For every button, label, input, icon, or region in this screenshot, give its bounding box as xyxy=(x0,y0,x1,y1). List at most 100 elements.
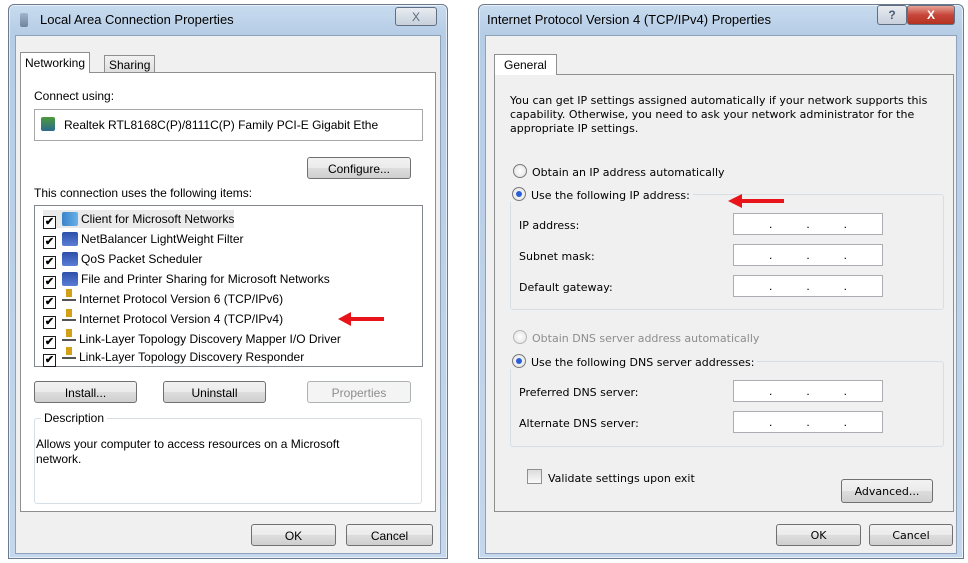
window-title: Internet Protocol Version 4 (TCP/IPv4) P… xyxy=(487,12,771,27)
close-button[interactable]: X xyxy=(907,5,955,25)
item-label: Client for Microsoft Networks xyxy=(81,212,235,226)
tab-networking-label: Networking xyxy=(25,56,86,70)
network-adapter-icon xyxy=(41,117,55,131)
obtain-dns-auto-option[interactable]: Obtain DNS server address automatically xyxy=(513,330,759,345)
item-checkbox[interactable]: ✔ xyxy=(43,256,56,269)
item-checkbox[interactable]: ✔ xyxy=(43,296,56,309)
item-label: Internet Protocol Version 6 (TCP/IPv6) xyxy=(79,292,284,306)
option-label: Use the following IP address: xyxy=(531,189,690,202)
ip-address-input[interactable]: ... xyxy=(733,213,883,235)
title-bar[interactable]: Internet Protocol Version 4 (TCP/IPv4) P… xyxy=(479,5,963,35)
title-bar[interactable]: Local Area Connection Properties X xyxy=(9,5,447,35)
items-label: This connection uses the following items… xyxy=(34,186,253,200)
local-area-connection-properties-window: Local Area Connection Properties X Netwo… xyxy=(8,4,448,559)
item-label: File and Printer Sharing for Microsoft N… xyxy=(81,272,330,286)
item-label: Link-Layer Topology Discovery Mapper I/O… xyxy=(79,332,341,346)
help-button[interactable]: ? xyxy=(877,5,907,25)
item-checkbox[interactable]: ✔ xyxy=(43,316,56,329)
ok-button[interactable]: OK xyxy=(776,524,861,546)
connection-items-list[interactable]: ✔ Client for Microsoft Networks ✔ NetBalan… xyxy=(34,205,423,367)
ip-address-groupbox: Use the following IP address: IP address… xyxy=(509,187,944,310)
item-label: Link-Layer Topology Discovery Responder xyxy=(79,350,305,364)
configure-button[interactable]: Configure... xyxy=(307,157,411,179)
item-checkbox[interactable]: ✔ xyxy=(43,354,56,367)
tab-general-label: General xyxy=(504,58,547,72)
list-item[interactable]: ✔ Internet Protocol Version 6 (TCP/IPv6) xyxy=(43,289,284,309)
item-label: NetBalancer LightWeight Filter xyxy=(81,232,244,246)
window-title: Local Area Connection Properties xyxy=(40,12,234,27)
properties-button[interactable]: Properties xyxy=(307,381,411,403)
subnet-mask-input[interactable]: ... xyxy=(733,244,883,266)
option-label: Validate settings upon exit xyxy=(548,472,695,485)
use-following-ip-option[interactable]: Use the following IP address: xyxy=(509,187,693,202)
list-item[interactable]: ✔ QoS Packet Scheduler xyxy=(43,250,203,269)
obtain-ip-auto-option[interactable]: Obtain an IP address automatically xyxy=(513,164,725,179)
option-label: Use the following DNS server addresses: xyxy=(531,356,755,369)
help-icon: ? xyxy=(888,8,896,22)
red-arrow-annotation xyxy=(338,312,384,326)
network-service-icon xyxy=(62,252,78,266)
description-text: Allows your computer to access resources… xyxy=(36,437,340,466)
option-label: Obtain DNS server address automatically xyxy=(532,332,760,345)
radio-button[interactable] xyxy=(513,164,527,178)
network-client-icon xyxy=(62,212,78,226)
window-body: General You can get IP settings assigned… xyxy=(485,35,957,554)
list-item[interactable]: ✔ NetBalancer LightWeight Filter xyxy=(43,230,244,249)
item-label: Internet Protocol Version 4 (TCP/IPv4) xyxy=(79,312,284,326)
window-body: Networking Sharing Connect using: Realte… xyxy=(15,35,441,554)
network-service-icon xyxy=(62,232,78,246)
protocol-icon xyxy=(62,309,76,321)
use-following-dns-option[interactable]: Use the following DNS server addresses: xyxy=(509,354,758,369)
install-button[interactable]: Install... xyxy=(34,381,137,403)
validate-checkbox[interactable] xyxy=(527,469,542,484)
item-checkbox[interactable]: ✔ xyxy=(43,236,56,249)
tab-general[interactable]: General xyxy=(494,54,557,75)
protocol-icon xyxy=(62,329,76,341)
close-icon: X xyxy=(411,10,420,24)
list-item[interactable]: ✔ Internet Protocol Version 4 (TCP/IPv4) xyxy=(43,309,284,329)
red-arrow-annotation xyxy=(728,194,784,208)
subnet-mask-label: Subnet mask: xyxy=(519,250,595,263)
ok-button[interactable]: OK xyxy=(251,524,336,546)
radio-button[interactable] xyxy=(512,354,526,368)
connect-using-label: Connect using: xyxy=(34,89,115,103)
ipv4-properties-window: Internet Protocol Version 4 (TCP/IPv4) P… xyxy=(478,4,964,559)
description-caption: Description xyxy=(41,411,108,425)
uninstall-button[interactable]: Uninstall xyxy=(163,381,266,403)
network-service-icon xyxy=(62,272,78,286)
tab-networking[interactable]: Networking xyxy=(20,52,91,73)
list-item[interactable]: ✔ File and Printer Sharing for Microsoft … xyxy=(43,270,330,289)
item-label: QoS Packet Scheduler xyxy=(81,252,203,266)
option-label: Obtain an IP address automatically xyxy=(532,166,725,179)
radio-button[interactable] xyxy=(513,330,527,344)
close-button[interactable]: X xyxy=(395,7,437,26)
list-item[interactable]: ✔ Link-Layer Topology Discovery Mapper I/… xyxy=(43,329,341,349)
cancel-button[interactable]: Cancel xyxy=(346,524,433,546)
preferred-dns-label: Preferred DNS server: xyxy=(519,386,639,399)
list-item[interactable]: ✔ Link-Layer Topology Discovery Responder xyxy=(43,347,305,367)
alternate-dns-input[interactable]: ... xyxy=(733,411,883,433)
close-icon: X xyxy=(926,8,935,22)
general-tab-panel: You can get IP settings assigned automat… xyxy=(494,74,954,512)
protocol-icon xyxy=(62,289,76,301)
preferred-dns-input[interactable]: ... xyxy=(733,380,883,402)
list-item[interactable]: ✔ Client for Microsoft Networks xyxy=(43,210,235,229)
default-gateway-label: Default gateway: xyxy=(519,281,613,294)
advanced-button[interactable]: Advanced... xyxy=(841,479,933,503)
default-gateway-input[interactable]: ... xyxy=(733,275,883,297)
cancel-button[interactable]: Cancel xyxy=(869,524,953,546)
protocol-icon xyxy=(62,347,76,359)
adapter-field: Realtek RTL8168C(P)/8111C(P) Family PCI-… xyxy=(34,109,423,141)
networking-tab-panel: Connect using: Realtek RTL8168C(P)/8111C… xyxy=(20,72,436,512)
radio-button[interactable] xyxy=(512,187,526,201)
alternate-dns-label: Alternate DNS server: xyxy=(519,417,639,430)
validate-settings-option[interactable]: Validate settings upon exit xyxy=(527,469,695,485)
item-checkbox[interactable]: ✔ xyxy=(43,216,56,229)
dns-groupbox: Use the following DNS server addresses: … xyxy=(509,354,944,447)
ip-address-label: IP address: xyxy=(519,219,580,232)
item-checkbox[interactable]: ✔ xyxy=(43,276,56,289)
intro-text: You can get IP settings assigned automat… xyxy=(510,94,928,135)
description-groupbox: Description Allows your computer to acce… xyxy=(34,411,422,504)
adapter-name: Realtek RTL8168C(P)/8111C(P) Family PCI-… xyxy=(64,118,379,132)
tab-sharing-label: Sharing xyxy=(109,58,151,72)
